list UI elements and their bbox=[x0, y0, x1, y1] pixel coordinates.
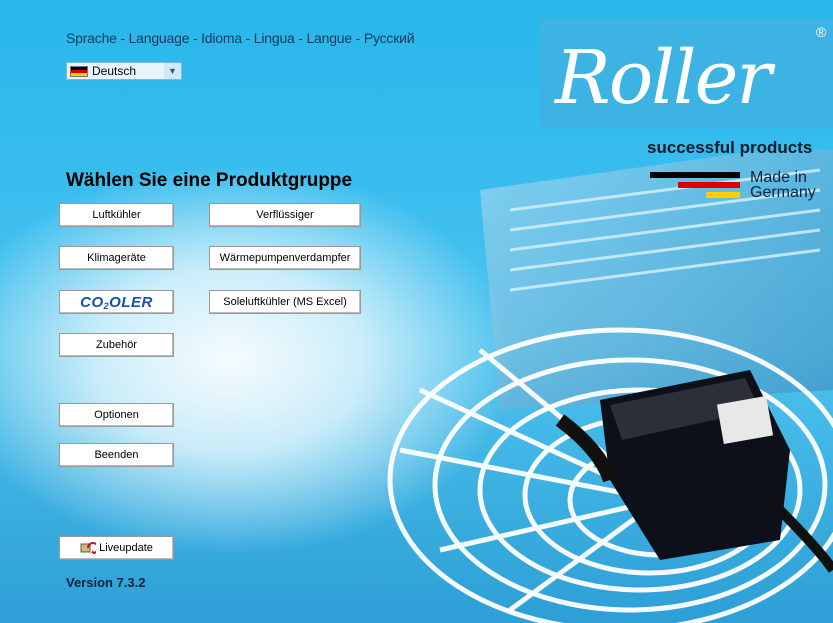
liveupdate-label: Liveupdate bbox=[99, 542, 153, 554]
optionen-button[interactable]: Optionen bbox=[59, 403, 174, 427]
tagline: successful products bbox=[647, 138, 813, 157]
language-label: Sprache - Language - Idioma - Lingua - L… bbox=[66, 30, 415, 46]
cooler-button[interactable]: CO2OLER bbox=[59, 290, 174, 314]
zubehoer-button[interactable]: Zubehör bbox=[59, 333, 174, 357]
app-window: Sprache - Language - Idioma - Lingua - L… bbox=[0, 0, 833, 623]
liveupdate-button[interactable]: Liveupdate bbox=[59, 536, 174, 560]
roller-logo: Roller bbox=[555, 35, 772, 121]
registered-mark: ® bbox=[816, 24, 827, 40]
made-in-germany: Made in Germany bbox=[750, 169, 816, 201]
cooler-logo-rest: OLER bbox=[109, 293, 153, 311]
waermepumpen-button[interactable]: Wärmepumpenverdampfer bbox=[209, 246, 361, 270]
page-title: Wählen Sie eine Produktgruppe bbox=[66, 170, 353, 191]
language-select[interactable]: Deutsch ▼ bbox=[66, 62, 182, 80]
version-label: Version 7.3.2 bbox=[66, 575, 146, 590]
language-select-value: Deutsch bbox=[92, 64, 137, 78]
klimageraete-button[interactable]: Klimageräte bbox=[59, 246, 174, 270]
fan-illustration bbox=[387, 150, 833, 623]
beenden-button[interactable]: Beenden bbox=[59, 443, 174, 467]
german-flag-icon bbox=[70, 65, 88, 77]
cooler-logo: CO2OLER bbox=[80, 294, 153, 311]
liveupdate-icon bbox=[80, 542, 97, 554]
made-in-line1: Made in bbox=[750, 169, 807, 186]
verfluessiger-button[interactable]: Verflüssiger bbox=[209, 203, 361, 227]
cooler-logo-main: CO bbox=[80, 293, 104, 311]
chevron-down-icon[interactable]: ▼ bbox=[164, 63, 181, 79]
soleluftkuehler-button[interactable]: Soleluftkühler (MS Excel) bbox=[209, 290, 361, 314]
made-in-line2: Germany bbox=[750, 184, 816, 201]
luftkuehler-button[interactable]: Luftkühler bbox=[59, 203, 174, 227]
